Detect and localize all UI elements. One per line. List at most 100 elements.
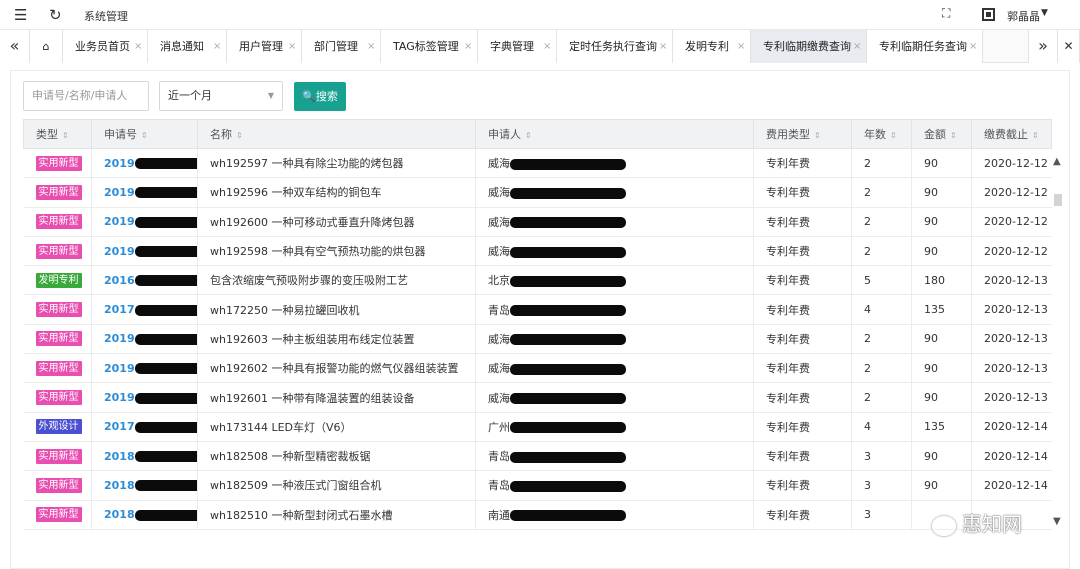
close-icon[interactable]: × <box>969 30 977 63</box>
cell-years: 4 <box>851 412 912 442</box>
cell-years: 5 <box>851 265 912 296</box>
close-icon[interactable]: × <box>367 30 375 63</box>
cell-name: wh182509 一种液压式门窗组合机 <box>197 470 476 501</box>
table-row[interactable]: 实用新型 2018 wh182509 一种液压式门窗组合机 青岛 专利年费 3 90 2020… <box>23 470 1052 501</box>
column-header[interactable]: 金额 ⇕ <box>911 119 972 149</box>
sort-icon[interactable]: ⇕ <box>950 131 957 140</box>
cell-app-no: 2019 <box>91 324 198 355</box>
cell-applicant: 威海 <box>475 207 754 237</box>
scroll-left-icon[interactable]: « <box>0 30 30 63</box>
column-header[interactable]: 年数 ⇕ <box>851 119 912 149</box>
sort-icon[interactable]: ⇕ <box>62 131 69 140</box>
table-row[interactable]: 实用新型 2018 wh182508 一种新型精密裁板锯 青岛 专利年费 3 90 2020-… <box>23 441 1052 472</box>
type-badge: 实用新型 <box>35 507 82 523</box>
tab-2[interactable]: 用户管理 × <box>227 30 302 63</box>
cell-type: 实用新型 <box>23 207 92 237</box>
cell-app-no: 2019 <box>91 177 198 208</box>
close-icon[interactable]: × <box>464 30 472 63</box>
close-all-icon[interactable]: ✕ <box>1058 30 1080 63</box>
tab-7[interactable]: 发明专利 × <box>673 30 751 63</box>
close-icon[interactable]: × <box>134 30 142 63</box>
scroll-right-icon[interactable]: » <box>1028 30 1058 63</box>
cell-applicant: 威海 <box>475 353 754 384</box>
tab-label: 字典管理 <box>490 40 534 53</box>
table-row[interactable]: 发明专利 2016 包含浓缩废气预吸附步骤的变压吸附工艺 北京 专利年费 5 180 2020… <box>23 265 1052 296</box>
close-icon[interactable]: × <box>288 30 296 63</box>
chevron-down-icon[interactable]: ▼ <box>1053 516 1061 527</box>
cell-applicant: 南通 <box>475 500 754 530</box>
redaction-mark <box>510 305 626 317</box>
type-badge: 实用新型 <box>35 155 82 171</box>
table-row[interactable]: 外观设计 2017 wh173144 LED车灯（V6） 广州 专利年费 4 135 2020… <box>23 412 1052 442</box>
fullscreen-icon[interactable]: ⛶ <box>942 6 950 21</box>
sort-icon[interactable]: ⇕ <box>1032 131 1039 140</box>
close-icon[interactable]: × <box>543 30 551 63</box>
redaction-mark <box>134 480 198 492</box>
column-header[interactable]: 费用类型 ⇕ <box>753 119 852 149</box>
table-row[interactable]: 实用新型 2019 wh192596 一种双车结构的铜包车 威海 专利年费 2 90 2020… <box>23 177 1052 208</box>
cell-type: 实用新型 <box>23 382 92 413</box>
tab-6[interactable]: 定时任务执行查询 × <box>557 30 673 63</box>
table-row[interactable]: 实用新型 2019 wh192601 一种带有降温装置的组装设备 威海 专利年费 2 90 2… <box>23 382 1052 413</box>
tab-label: 专利临期任务查询 <box>879 40 967 53</box>
refresh-icon[interactable]: ↻ <box>49 5 62 25</box>
cell-type: 实用新型 <box>23 500 92 530</box>
scrollbar[interactable]: ▲ ▼ <box>1052 150 1064 530</box>
cell-type: 实用新型 <box>23 177 92 208</box>
search-button[interactable]: 🔍搜索 <box>294 82 346 111</box>
column-header[interactable]: 申请人 ⇕ <box>475 119 754 149</box>
cell-app-no: 2018 <box>91 470 198 501</box>
redaction-mark <box>134 392 198 404</box>
sort-icon[interactable]: ⇕ <box>814 131 821 140</box>
table-row[interactable]: 实用新型 2019 wh192598 一种具有空气预热功能的烘包器 威海 专利年费 2 90… <box>23 236 1052 267</box>
tab-8[interactable]: 专利临期缴费查询 × <box>751 30 867 63</box>
tab-5[interactable]: 字典管理 × <box>478 30 557 63</box>
type-badge: 实用新型 <box>35 360 82 376</box>
cell-app-no: 2019 <box>91 207 198 237</box>
cell-fee-type: 专利年费 <box>753 207 852 237</box>
sort-icon[interactable]: ⇕ <box>141 131 148 140</box>
sort-icon[interactable]: ⇕ <box>525 131 532 140</box>
cell-deadline: 2020-12-13 <box>971 265 1052 296</box>
redaction-mark <box>510 510 626 522</box>
chevron-down-icon[interactable]: ▼ <box>1041 8 1048 18</box>
cell-fee-type: 专利年费 <box>753 412 852 442</box>
date-range-select[interactable]: 近一个月 ▼ <box>159 81 283 111</box>
column-header[interactable]: 名称 ⇕ <box>197 119 476 149</box>
table-row[interactable]: 实用新型 2019 wh192597 一种具有除尘功能的烤包器 威海 专利年费 2 90 20… <box>23 148 1052 179</box>
avatar[interactable] <box>982 8 995 21</box>
column-header[interactable]: 申请号 ⇕ <box>91 119 198 149</box>
sort-icon[interactable]: ⇕ <box>236 131 243 140</box>
tab-9[interactable]: 专利临期任务查询 × <box>867 30 983 63</box>
cell-app-no: 2018 <box>91 500 198 530</box>
chevron-up-icon[interactable]: ▲ <box>1053 156 1061 167</box>
table-row[interactable]: 实用新型 2019 wh192603 一种主板组装用布线定位装置 威海 专利年费 2 90 2… <box>23 324 1052 355</box>
tab-4[interactable]: TAG标签管理 × <box>381 30 478 63</box>
close-icon[interactable]: × <box>737 30 745 63</box>
search-input[interactable]: 申请号/名称/申请人 <box>23 81 149 111</box>
table-row[interactable]: 实用新型 2019 wh192600 一种可移动式垂直升降烤包器 威海 专利年费 2 90 2… <box>23 207 1052 237</box>
user-name[interactable]: 郭晶晶 <box>1007 8 1040 24</box>
sort-icon[interactable]: ⇕ <box>890 131 897 140</box>
column-header[interactable]: 类型 ⇕ <box>23 119 92 149</box>
tab-0[interactable]: 业务员首页 × <box>63 30 148 63</box>
home-icon[interactable]: ⌂ <box>30 30 63 63</box>
scroll-thumb[interactable] <box>1054 194 1062 206</box>
redaction-mark <box>134 187 198 199</box>
type-badge: 实用新型 <box>35 302 82 318</box>
cell-amount: 90 <box>911 470 972 501</box>
close-icon[interactable]: × <box>213 30 221 63</box>
redaction-mark <box>134 363 198 375</box>
tab-1[interactable]: 消息通知 × <box>148 30 227 63</box>
menu-icon[interactable]: ☰ <box>14 5 27 25</box>
close-icon[interactable]: × <box>659 30 667 63</box>
cell-app-no: 2019 <box>91 382 198 413</box>
table-row[interactable]: 实用新型 2018 wh182510 一种新型封闭式石墨水槽 南通 专利年费 3 <box>23 500 1052 530</box>
table-row[interactable]: 实用新型 2019 wh192602 一种具有报警功能的燃气仪器组装装置 威海 专利年费… <box>23 353 1052 384</box>
cell-deadline: 2020-12-13 <box>971 294 1052 325</box>
close-icon[interactable]: × <box>853 30 861 63</box>
table-row[interactable]: 实用新型 2017 wh172250 一种易拉罐回收机 青岛 专利年费 4 135 2020-… <box>23 294 1052 325</box>
cell-years: 2 <box>851 382 912 413</box>
column-header[interactable]: 缴费截止 ⇕ <box>971 119 1052 149</box>
tab-3[interactable]: 部门管理 × <box>302 30 381 63</box>
